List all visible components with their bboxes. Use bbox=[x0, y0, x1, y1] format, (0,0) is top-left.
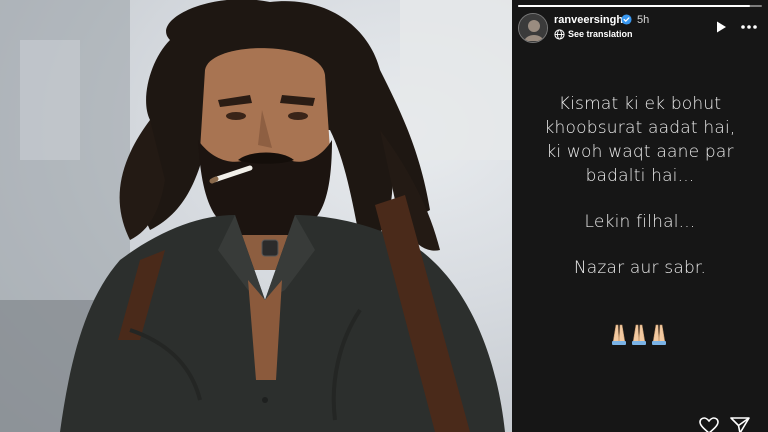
story-caption: Kismat ki ek bohut khoobsurat aadat hai,… bbox=[512, 92, 768, 280]
caption-line: ki woh waqt aane par bbox=[546, 142, 734, 162]
heart-icon[interactable] bbox=[699, 417, 719, 432]
translate-icon bbox=[554, 29, 565, 40]
send-icon[interactable] bbox=[730, 416, 750, 432]
caption-line: Nazar aur sabr. bbox=[573, 258, 707, 278]
caption-line: badalti hai... bbox=[585, 166, 695, 186]
story-time: 5h bbox=[637, 14, 650, 26]
story-progress-fill bbox=[518, 5, 750, 7]
actor-photo bbox=[0, 0, 512, 432]
more-icon[interactable] bbox=[740, 24, 758, 30]
caption-line: Lekin filhal... bbox=[584, 212, 696, 232]
avatar-image bbox=[519, 14, 547, 42]
caption-line: Kismat ki ek bohut bbox=[558, 94, 722, 114]
story-header: ranveersingh 5h See translation bbox=[518, 12, 762, 44]
verified-badge-icon bbox=[621, 14, 632, 25]
play-icon[interactable] bbox=[714, 20, 728, 34]
story-progress-bar bbox=[518, 5, 762, 7]
actor-illustration bbox=[0, 0, 512, 432]
instagram-story: ranveersingh 5h See translation Kismat k… bbox=[512, 0, 768, 432]
username[interactable]: ranveersingh bbox=[554, 14, 623, 26]
folded-hands-emoji bbox=[512, 321, 768, 350]
avatar[interactable] bbox=[518, 13, 548, 43]
folded-hands-icon bbox=[612, 324, 666, 345]
see-translation-label: See translation bbox=[568, 29, 633, 39]
caption-line: khoobsurat aadat hai, bbox=[544, 118, 736, 138]
